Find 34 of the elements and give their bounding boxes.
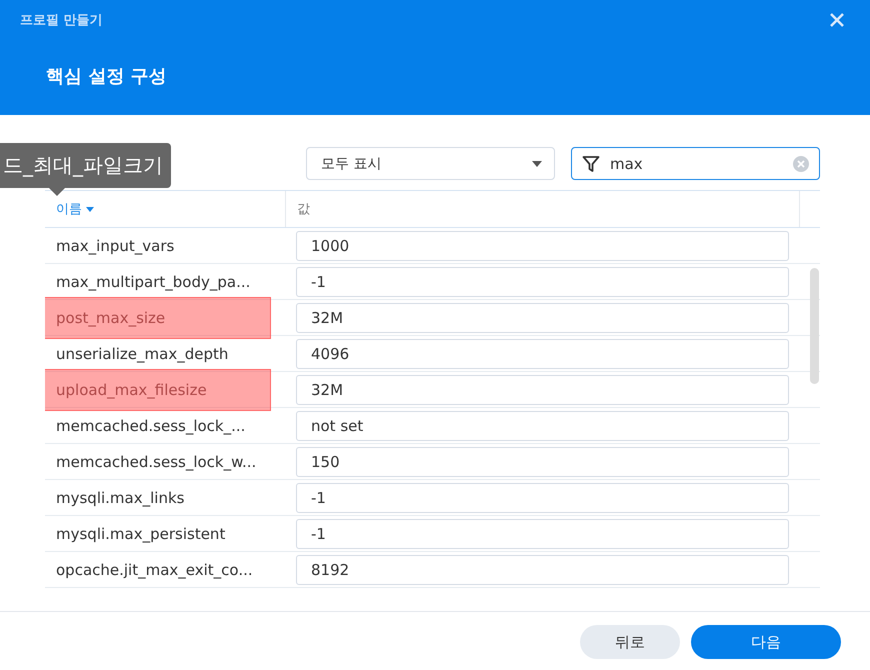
tooltip-pointer — [48, 187, 66, 196]
value-field[interactable]: 150 — [296, 446, 789, 476]
close-icon[interactable] — [830, 13, 844, 27]
back-button[interactable]: 뒤로 — [580, 625, 680, 659]
value-field[interactable]: 8192 — [296, 554, 789, 584]
setting-name: upload_max_filesize — [56, 380, 207, 398]
value-field[interactable]: 1000 — [296, 230, 789, 260]
value-field[interactable]: not set — [296, 410, 789, 440]
setting-name: mysqli.max_links — [56, 488, 184, 506]
setting-name: mysqli.max_persistent — [56, 524, 226, 542]
filter-dropdown[interactable]: 모두 표시 — [306, 147, 555, 180]
clear-icon[interactable] — [793, 156, 809, 172]
setting-name: max_multipart_body_pa... — [56, 272, 250, 290]
column-header[interactable]: 값 — [286, 191, 800, 227]
value-field[interactable]: -1 — [296, 518, 789, 548]
setting-name: memcached.sess_lock_... — [56, 416, 246, 434]
value-field[interactable]: 4096 — [296, 338, 789, 368]
caret-icon — [532, 160, 542, 166]
setting-name: unserialize_max_depth — [56, 344, 228, 362]
next-button[interactable]: 다음 — [691, 625, 841, 659]
setting-name: post_max_size — [56, 308, 166, 326]
filter-icon — [582, 154, 600, 172]
value-field[interactable]: 32M — [296, 374, 789, 404]
caret-icon — [86, 206, 94, 212]
value-field[interactable]: 32M — [296, 302, 789, 332]
search-field[interactable]: max — [571, 147, 820, 180]
window-title: 프로필 만들기 — [20, 12, 103, 29]
setting-name: memcached.sess_lock_w... — [56, 452, 256, 470]
value-field[interactable]: -1 — [296, 266, 789, 296]
page-heading: 핵심 설정 구성 — [46, 65, 167, 88]
value-field[interactable]: -1 — [296, 482, 789, 512]
setting-name: opcache.jit_max_exit_co... — [56, 560, 253, 578]
scrollbar[interactable] — [810, 268, 819, 384]
setting-name: max_input_vars — [56, 236, 174, 254]
